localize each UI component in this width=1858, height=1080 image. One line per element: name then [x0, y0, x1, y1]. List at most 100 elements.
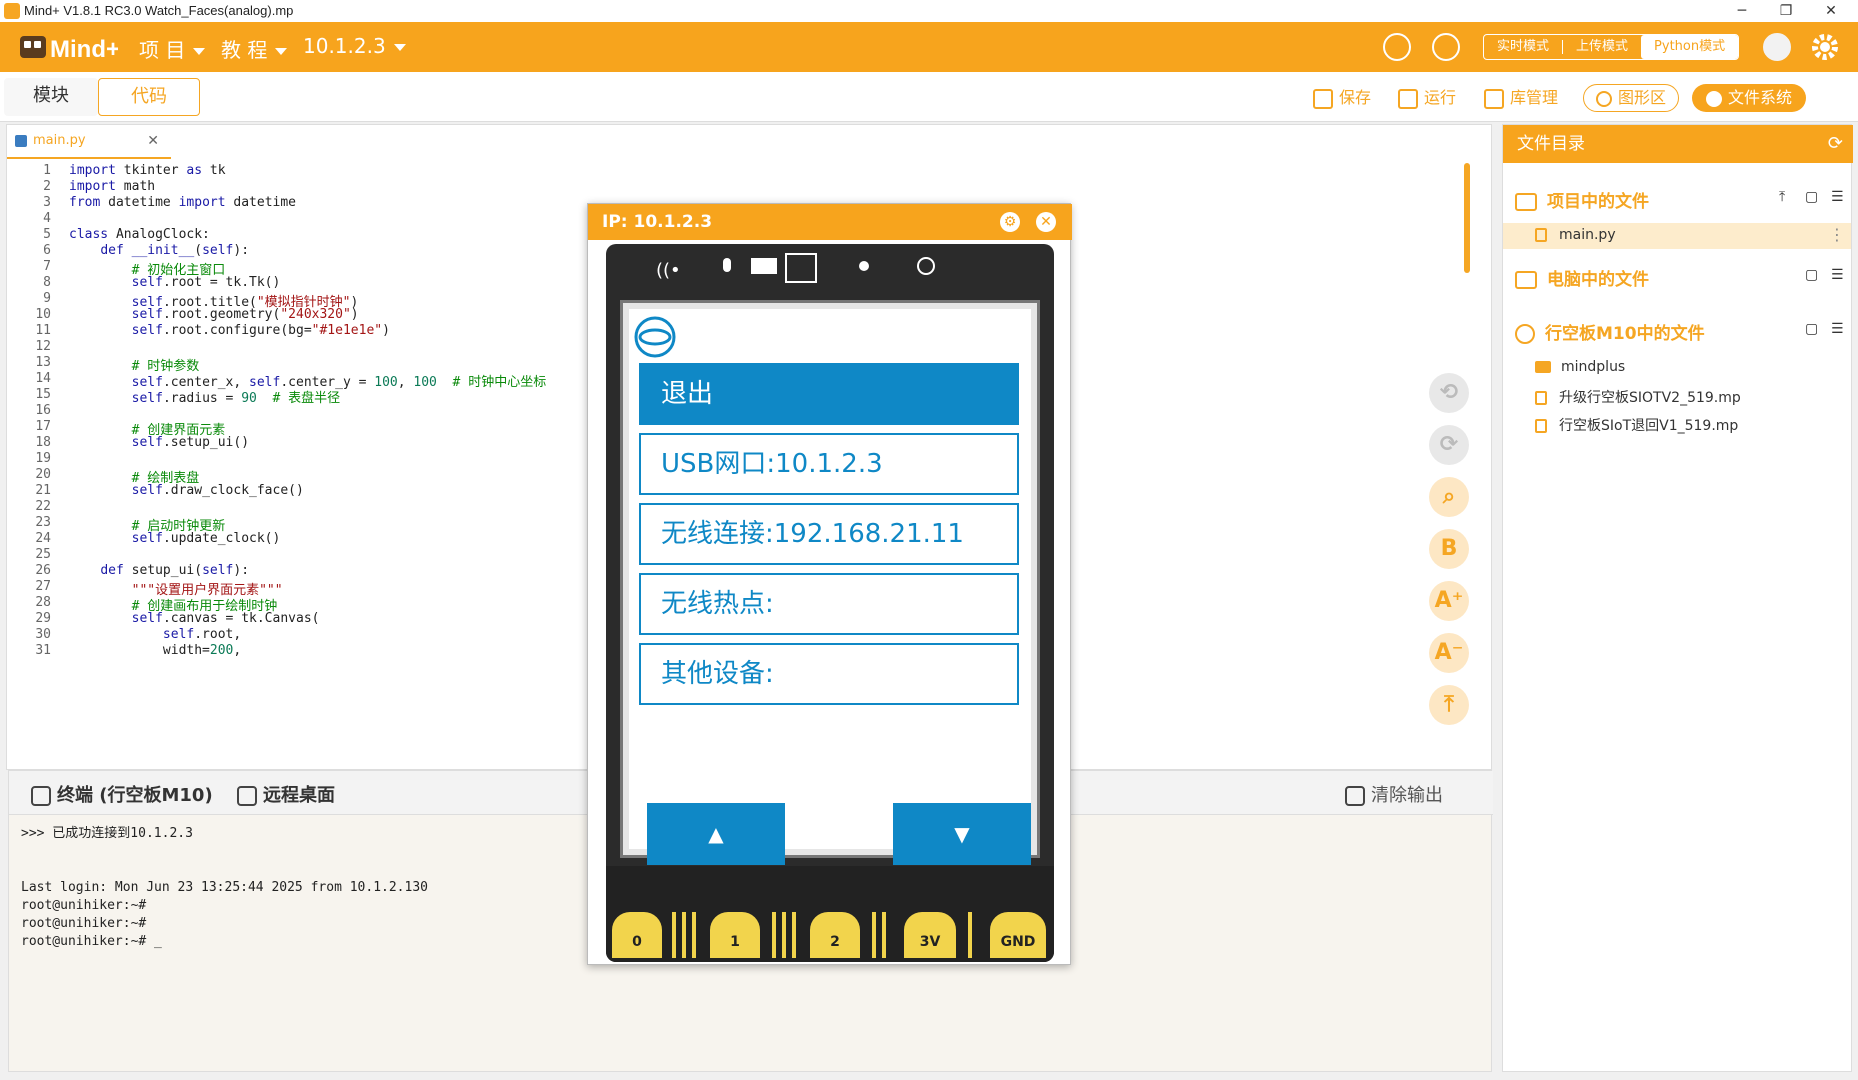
section-project-files[interactable]: 项目中的文件	[1515, 187, 1649, 212]
menu-icon[interactable]: ☰	[1831, 321, 1844, 337]
board-icon	[1515, 324, 1535, 344]
section-board-files[interactable]: 行空板M10中的文件	[1515, 319, 1705, 344]
search-icon[interactable]: ⌕	[1429, 477, 1469, 517]
tab-remote-desktop[interactable]: 远程桌面	[237, 781, 335, 807]
mic-icon	[723, 258, 731, 272]
upload-icon[interactable]: ⤒	[1779, 189, 1785, 205]
terminal-output[interactable]: >>> 已成功连接到10.1.2.3 Last login: Mon Jun 2…	[21, 825, 428, 951]
tab-code[interactable]: 代码	[98, 78, 200, 116]
code-line[interactable]: import math	[69, 179, 155, 194]
pin-stripe	[792, 912, 796, 958]
new-file-icon[interactable]: ▢	[1805, 189, 1818, 205]
light-sensor-icon	[751, 258, 777, 274]
pin-2: 2	[810, 912, 860, 958]
graphic-area-button[interactable]: 图形区	[1583, 84, 1680, 112]
code-line[interactable]: self.root,	[69, 627, 241, 642]
code-line[interactable]: self.update_clock()	[69, 531, 281, 546]
filesystem-button[interactable]: 文件系统	[1692, 84, 1807, 112]
mission-icon[interactable]	[1383, 33, 1411, 61]
close-tab-icon[interactable]: ✕	[147, 125, 159, 157]
redo-icon[interactable]: ⟳	[1429, 425, 1469, 465]
code-line[interactable]: self.root.geometry("240x320")	[69, 307, 359, 322]
menu-project-label: 项 目	[139, 38, 186, 62]
mode-realtime[interactable]: 实时模式	[1484, 35, 1562, 59]
mode-upload[interactable]: 上传模式	[1563, 35, 1641, 59]
editor-scrollbar[interactable]	[1464, 163, 1470, 273]
tab-terminal[interactable]: 终端 (行空板M10)	[31, 781, 213, 807]
project-file-main[interactable]: main.py	[1535, 227, 1616, 243]
chip-icon	[785, 253, 817, 283]
library-button[interactable]: 库管理	[1484, 86, 1558, 110]
settings-gear-icon[interactable]: ⚙	[1000, 212, 1020, 232]
code-line[interactable]: class AnalogClock:	[69, 227, 210, 242]
menu-usb-ip[interactable]: USB网口:10.1.2.3	[639, 433, 1019, 495]
code-line[interactable]: self.canvas = tk.Canvas(	[69, 611, 320, 626]
menu-project[interactable]: 项 目	[139, 34, 206, 63]
menu-tutorial[interactable]: 教 程	[221, 34, 288, 63]
line-number: 31	[35, 643, 51, 658]
code-line[interactable]: from datetime import datetime	[69, 195, 296, 210]
run-button[interactable]: 运行	[1398, 86, 1456, 110]
device-screen-popup: IP: 10.1.2.3 ⚙ ✕ ((• 退出 USB网口:10.1.2.3 无…	[587, 203, 1072, 965]
undo-icon[interactable]: ⟲	[1429, 373, 1469, 413]
menu-exit[interactable]: 退出	[639, 363, 1019, 425]
save-button[interactable]: 保存	[1313, 86, 1371, 110]
mode-python[interactable]: Python模式	[1641, 35, 1739, 59]
font-increase-icon[interactable]: A⁺	[1429, 581, 1469, 621]
board-folder-mindplus[interactable]: mindplus	[1535, 359, 1625, 375]
more-icon[interactable]: ⋮	[1829, 225, 1845, 244]
pin-gnd: GND	[990, 912, 1046, 958]
pin-stripe	[968, 912, 972, 958]
settings-gear-icon[interactable]	[1810, 32, 1840, 62]
refresh-icon[interactable]: ⟳	[1828, 125, 1843, 163]
code-line[interactable]: def setup_ui(self):	[69, 563, 249, 578]
new-file-icon[interactable]: ▢	[1805, 321, 1818, 337]
maximize-button[interactable]: ❐	[1765, 0, 1807, 22]
file-icon	[1535, 391, 1547, 405]
menu-icon[interactable]: ☰	[1831, 267, 1844, 283]
close-window-button[interactable]: ✕	[1810, 0, 1852, 22]
library-icon	[1484, 88, 1504, 109]
project-file-row[interactable]: main.py ⋮	[1503, 223, 1851, 249]
menu-hotspot[interactable]: 无线热点:	[639, 573, 1019, 635]
buzzer-icon: ((•	[656, 260, 681, 281]
pin-stripe	[692, 912, 696, 958]
file-icon	[1535, 228, 1547, 242]
code-line[interactable]: self.root = tk.Tk()	[69, 275, 281, 290]
toolbar: 模块 代码 保存 运行 库管理 图形区 文件系统	[0, 72, 1858, 122]
nav-down-button[interactable]: ▼	[893, 803, 1031, 865]
line-number: 25	[35, 547, 51, 562]
format-b-icon[interactable]: B	[1429, 529, 1469, 569]
code-line[interactable]: self.radius = 90 # 表盘半径	[69, 387, 341, 406]
tab-blocks[interactable]: 模块	[4, 78, 98, 116]
file-directory-header: 文件目录 ⟳	[1503, 125, 1853, 163]
user-avatar-icon[interactable]	[1763, 33, 1791, 61]
scroll-top-icon[interactable]: ⤒	[1429, 685, 1469, 725]
board-file-0[interactable]: 升级行空板SIOTV2_519.mp	[1535, 387, 1741, 407]
edit-icon[interactable]	[1432, 33, 1460, 61]
code-line[interactable]: width=200,	[69, 643, 241, 658]
file-tab-main[interactable]: main.py ✕	[7, 125, 171, 159]
line-number: 11	[35, 323, 51, 338]
nav-up-button[interactable]: ▲	[647, 803, 785, 865]
code-line[interactable]: import tkinter as tk	[69, 163, 226, 178]
line-number: 5	[43, 227, 51, 242]
code-line[interactable]: self.draw_clock_face()	[69, 483, 304, 498]
section-pc-files[interactable]: 电脑中的文件	[1515, 265, 1649, 290]
lcd-display[interactable]: 退出 USB网口:10.1.2.3 无线连接:192.168.21.11 无线热…	[629, 309, 1031, 865]
pin-stripe	[872, 912, 876, 958]
close-icon[interactable]: ✕	[1036, 212, 1056, 232]
menu-device-ip[interactable]: 10.1.2.3	[303, 34, 406, 58]
clear-output-button[interactable]: 清除输出	[1345, 781, 1443, 807]
new-file-icon[interactable]: ▢	[1805, 267, 1818, 283]
menu-icon[interactable]: ☰	[1831, 189, 1844, 205]
font-decrease-icon[interactable]: A⁻	[1429, 633, 1469, 673]
code-line[interactable]: self.setup_ui()	[69, 435, 249, 450]
menu-wifi-ip[interactable]: 无线连接:192.168.21.11	[639, 503, 1019, 565]
pin-stripe	[682, 912, 686, 958]
code-line[interactable]: self.root.configure(bg="#1e1e1e")	[69, 323, 390, 338]
board-file-1[interactable]: 行空板SIoT退回V1_519.mp	[1535, 415, 1738, 435]
code-line[interactable]: def __init__(self):	[69, 243, 249, 258]
menu-other-devices[interactable]: 其他设备:	[639, 643, 1019, 705]
minimize-button[interactable]: ─	[1721, 0, 1763, 22]
